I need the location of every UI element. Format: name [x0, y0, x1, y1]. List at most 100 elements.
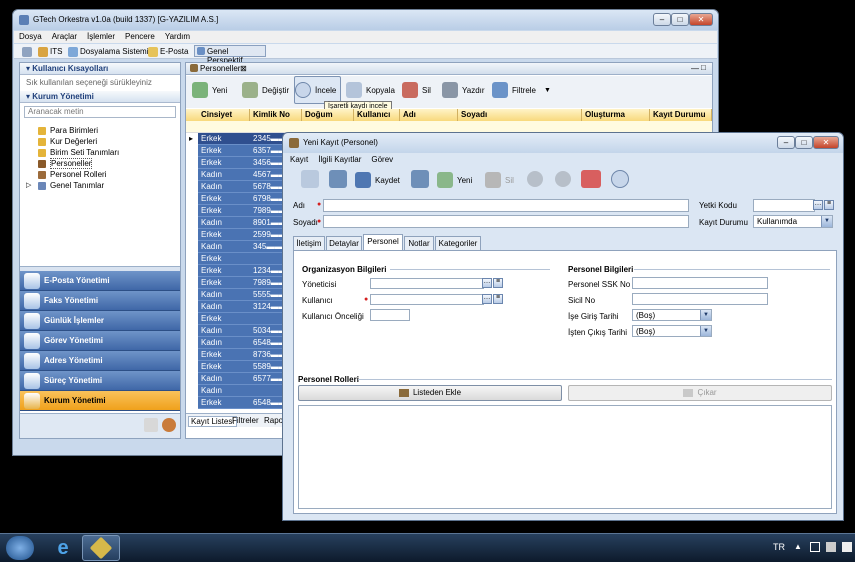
tray-expand-icon[interactable]: ▲	[794, 542, 802, 551]
quicklink-eposta[interactable]: E-Posta	[160, 47, 188, 56]
chevron-down-icon[interactable]: ▼	[821, 216, 832, 227]
dialog-new-button[interactable]: Yeni	[437, 166, 472, 194]
start-date-picker[interactable]: (Boş) ▼	[632, 309, 712, 321]
module-kurum[interactable]: Kurum Yönetimi	[20, 391, 180, 411]
table-row[interactable]: Erkek7989▬▬▬▬▬88	[186, 277, 296, 289]
table-row[interactable]: Erkek1234▬▬▬▬▬90	[186, 265, 296, 277]
user-lookup-button[interactable]: …	[482, 294, 492, 304]
table-row[interactable]: Erkek6548▬▬▬▬▬10	[186, 397, 296, 409]
table-row[interactable]: Kadın5034▬▬▬▬▬57	[186, 325, 296, 337]
table-row[interactable]: Erkek	[186, 313, 296, 325]
minimize-button[interactable]: –	[653, 13, 671, 26]
table-row[interactable]: Kadın6548▬▬▬▬▬00	[186, 337, 296, 349]
new-record-icon[interactable]	[301, 170, 319, 188]
table-row[interactable]: Kadın5555▬▬▬▬▬12	[186, 289, 296, 301]
row-indicator[interactable]	[186, 397, 198, 409]
row-indicator[interactable]	[186, 277, 198, 289]
column-header-cinsiyet[interactable]: Cinsiyet	[198, 109, 250, 121]
row-indicator[interactable]	[186, 229, 198, 241]
table-row[interactable]: Erkek8736▬▬▬▬▬12	[186, 349, 296, 361]
tab-iletisim[interactable]: İletişim	[293, 236, 325, 250]
tab-kategoriler[interactable]: Kategoriler	[435, 236, 481, 250]
menu-ilgili-kayitlar[interactable]: İlgili Kayıtlar	[313, 154, 366, 166]
perspective-button[interactable]: Genel Perspektif	[194, 45, 266, 65]
tab-detaylar[interactable]: Detaylar	[326, 236, 362, 250]
table-row[interactable]: Kadın6577▬▬▬▬▬14	[186, 373, 296, 385]
menu-yardim[interactable]: Yardım	[160, 31, 195, 43]
save-button[interactable]: Kaydet	[355, 166, 400, 194]
row-indicator[interactable]	[186, 349, 198, 361]
dialog-close-button[interactable]: ✕	[813, 136, 839, 149]
module-adres[interactable]: Adres Yönetimi	[20, 351, 180, 371]
filter-button[interactable]: Filtrele ▼	[492, 76, 551, 104]
menu-pencere[interactable]: Pencere	[120, 31, 160, 43]
manager-input[interactable]	[370, 278, 484, 289]
row-indicator[interactable]	[186, 265, 198, 277]
delete-button[interactable]: Sil	[402, 76, 431, 104]
column-header-kimlik[interactable]: Kimlik No	[250, 109, 302, 121]
expand-icon[interactable]: ▷	[26, 180, 31, 191]
module-surec[interactable]: Süreç Yönetimi	[20, 371, 180, 391]
table-row[interactable]: Kadın5678▬▬▬▬▬34	[186, 181, 296, 193]
user-priority-input[interactable]	[370, 309, 410, 321]
dialog-minimize-button[interactable]: –	[777, 136, 795, 149]
auth-code-input[interactable]	[753, 199, 815, 212]
grid-tab-title[interactable]: Personeller	[200, 64, 240, 73]
checkmark-icon[interactable]	[581, 170, 601, 188]
table-row[interactable]: Kadın8901▬▬▬▬▬71	[186, 217, 296, 229]
table-row[interactable]: Erkek6357▬▬▬▬▬900	[186, 145, 296, 157]
start-button[interactable]	[6, 536, 34, 560]
menu-gorev[interactable]: Görev	[366, 154, 398, 166]
column-header-kayit-durumu[interactable]: Kayıt Durumu	[650, 109, 712, 121]
user-clear-button[interactable]: ≡	[493, 294, 503, 304]
row-indicator[interactable]	[186, 145, 198, 157]
column-header-dogum[interactable]: Doğum Günü	[302, 109, 354, 131]
row-indicator[interactable]	[186, 313, 198, 325]
inspect-button[interactable]: İncele	[294, 76, 342, 104]
auth-code-clear-button[interactable]: ≡	[824, 200, 834, 210]
tab-minimize-icon[interactable]: —	[691, 64, 699, 73]
menu-araclar[interactable]: Araçlar	[47, 31, 82, 43]
table-row[interactable]: Kadın	[186, 385, 296, 397]
tab-personel[interactable]: Personel	[363, 234, 403, 250]
module-eposta[interactable]: E-Posta Yönetimi	[20, 271, 180, 291]
row-indicator[interactable]	[186, 337, 198, 349]
module-gorev[interactable]: Görev Yönetimi	[20, 331, 180, 351]
language-indicator[interactable]: TR	[773, 542, 785, 552]
table-row[interactable]: Kadın345▬▬▬▬▬12	[186, 241, 296, 253]
row-indicator[interactable]: ▸	[186, 133, 198, 145]
tab-maximize-icon[interactable]: □	[701, 63, 706, 72]
magnifier-icon[interactable]	[611, 170, 629, 188]
dialog-delete-button[interactable]: Sil	[485, 166, 514, 194]
registry-input[interactable]	[632, 293, 768, 305]
row-indicator[interactable]	[186, 289, 198, 301]
shortcuts-header[interactable]: ▾ Kullanıcı Kısayolları	[20, 63, 180, 75]
menu-dosya[interactable]: Dosya	[14, 31, 47, 43]
manager-lookup-button[interactable]: …	[482, 278, 492, 288]
chevron-down-icon[interactable]: ▼	[700, 310, 711, 320]
print-button[interactable]: Yazdır	[442, 76, 485, 104]
notes-icon[interactable]	[144, 418, 158, 432]
table-row[interactable]: Erkek2599▬▬▬▬▬14	[186, 229, 296, 241]
row-indicator[interactable]	[186, 205, 198, 217]
quicklink-its[interactable]: ITS	[50, 47, 62, 56]
edit-button[interactable]: Değiştir	[242, 76, 289, 104]
add-from-list-button[interactable]: Listeden Ekle	[298, 385, 562, 401]
module-faks[interactable]: Faks Yönetimi	[20, 291, 180, 311]
surname-input[interactable]	[323, 215, 689, 228]
row-indicator[interactable]	[186, 217, 198, 229]
dialog-maximize-button[interactable]: □	[795, 136, 813, 149]
menu-kayit[interactable]: Kayıt	[285, 154, 313, 166]
table-row[interactable]: Erkek6798▬▬▬▬▬45	[186, 193, 296, 205]
remove-button[interactable]: Çıkar	[568, 385, 832, 401]
table-row[interactable]: Erkek7989▬▬▬▬▬56	[186, 205, 296, 217]
save-new-icon[interactable]	[411, 170, 429, 188]
tree-item-birim-seti[interactable]: Birim Seti Tanımları	[20, 147, 180, 158]
name-input[interactable]	[323, 199, 689, 212]
row-indicator[interactable]	[186, 193, 198, 205]
volume-icon[interactable]	[842, 542, 852, 552]
maximize-button[interactable]: □	[671, 13, 689, 26]
manager-clear-button[interactable]: ≡	[493, 278, 503, 288]
tree-item-genel-tanimlar[interactable]: ▷ Genel Tanımlar	[20, 180, 180, 191]
grid-icon[interactable]	[22, 47, 32, 57]
